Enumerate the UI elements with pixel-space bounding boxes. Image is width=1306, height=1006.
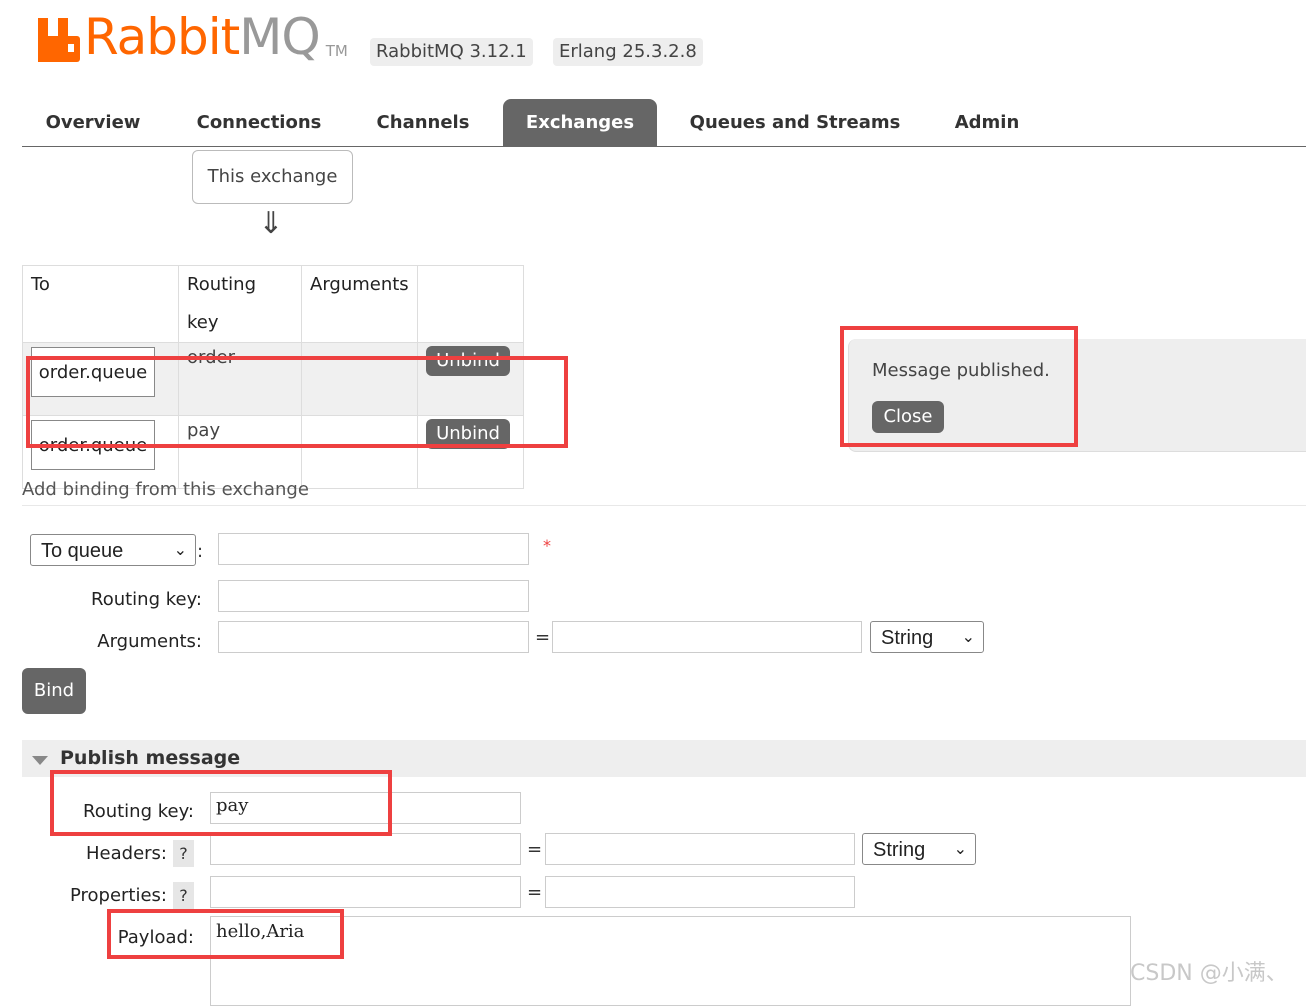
bindings-table-header: To Routing key Arguments bbox=[22, 265, 524, 343]
binding-routing-key-label: Routing key: bbox=[91, 589, 202, 610]
section-divider bbox=[22, 505, 1306, 506]
binding-argument-key-input[interactable] bbox=[218, 621, 529, 653]
tab-admin[interactable]: Admin bbox=[944, 99, 1030, 146]
destination-type-select[interactable]: To queue ⌄ bbox=[30, 534, 196, 566]
tab-channels[interactable]: Channels bbox=[368, 99, 478, 146]
annotation-box-payload bbox=[107, 909, 344, 959]
watermark: CSDN @小满、 bbox=[1130, 961, 1288, 986]
bind-button[interactable]: Bind bbox=[22, 668, 86, 714]
binding-routing-key-input[interactable] bbox=[218, 580, 529, 612]
tab-exchanges[interactable]: Exchanges bbox=[503, 99, 657, 146]
equals-sign: = bbox=[527, 882, 543, 903]
required-marker: * bbox=[543, 536, 551, 555]
property-value-input[interactable] bbox=[545, 876, 855, 908]
tab-overview[interactable]: Overview bbox=[34, 99, 152, 146]
rabbit-logo-icon bbox=[38, 18, 80, 62]
logo-text-rabbit: Rabbit bbox=[84, 8, 240, 66]
publish-message-title: Publish message bbox=[60, 747, 241, 769]
header-key-input[interactable] bbox=[210, 833, 521, 865]
header-type-value: String bbox=[873, 839, 926, 861]
annotation-box-notification bbox=[840, 326, 1078, 447]
column-header-routing-key: Routing key bbox=[178, 265, 302, 343]
chevron-down-icon: ⌄ bbox=[961, 629, 975, 646]
chevron-down-icon: ⌄ bbox=[953, 841, 967, 858]
rabbitmq-logo[interactable]: Rabbit MQ TM bbox=[38, 12, 348, 62]
collapse-triangle-icon[interactable] bbox=[32, 756, 48, 765]
properties-label: Properties: bbox=[69, 885, 167, 906]
equals-sign: = bbox=[535, 627, 551, 648]
property-key-input[interactable] bbox=[210, 876, 521, 908]
properties-help-icon[interactable]: ? bbox=[173, 882, 194, 909]
headers-help-icon[interactable]: ? bbox=[173, 840, 194, 867]
column-header-actions bbox=[417, 265, 524, 343]
binding-argument-type-select[interactable]: String ⌄ bbox=[870, 621, 984, 653]
rabbitmq-version-badge: RabbitMQ 3.12.1 bbox=[370, 38, 533, 66]
column-header-to: To bbox=[22, 265, 179, 343]
header-value-input[interactable] bbox=[545, 833, 855, 865]
annotation-box-binding-row bbox=[26, 356, 568, 448]
tab-queues-and-streams[interactable]: Queues and Streams bbox=[682, 99, 908, 146]
destination-colon: : bbox=[197, 541, 204, 562]
this-exchange-box: This exchange bbox=[192, 150, 353, 204]
binding-arguments-label: Arguments: bbox=[97, 631, 202, 652]
annotation-box-routing-key bbox=[50, 770, 392, 836]
payload-textarea[interactable]: hello,Aria bbox=[210, 916, 1131, 1006]
add-binding-heading: Add binding from this exchange bbox=[22, 479, 309, 500]
erlang-version-badge: Erlang 25.3.2.8 bbox=[553, 38, 703, 66]
header-type-select[interactable]: String ⌄ bbox=[862, 833, 976, 865]
argument-type-value: String bbox=[881, 627, 934, 649]
logo-text-mq: MQ bbox=[239, 8, 320, 66]
column-header-arguments: Arguments bbox=[301, 265, 418, 343]
binding-argument-value-input[interactable] bbox=[552, 621, 862, 653]
destination-type-value: To queue bbox=[41, 540, 124, 562]
destination-name-input[interactable] bbox=[218, 533, 529, 565]
tab-connections[interactable]: Connections bbox=[188, 99, 330, 146]
logo-trademark: TM bbox=[325, 42, 348, 60]
equals-sign: = bbox=[527, 839, 543, 860]
headers-label: Headers: bbox=[86, 843, 167, 864]
down-arrow-icon: ⇓ bbox=[258, 206, 284, 241]
chevron-down-icon: ⌄ bbox=[173, 542, 187, 559]
main-nav-tabs: Overview Connections Channels Exchanges … bbox=[22, 99, 1306, 147]
